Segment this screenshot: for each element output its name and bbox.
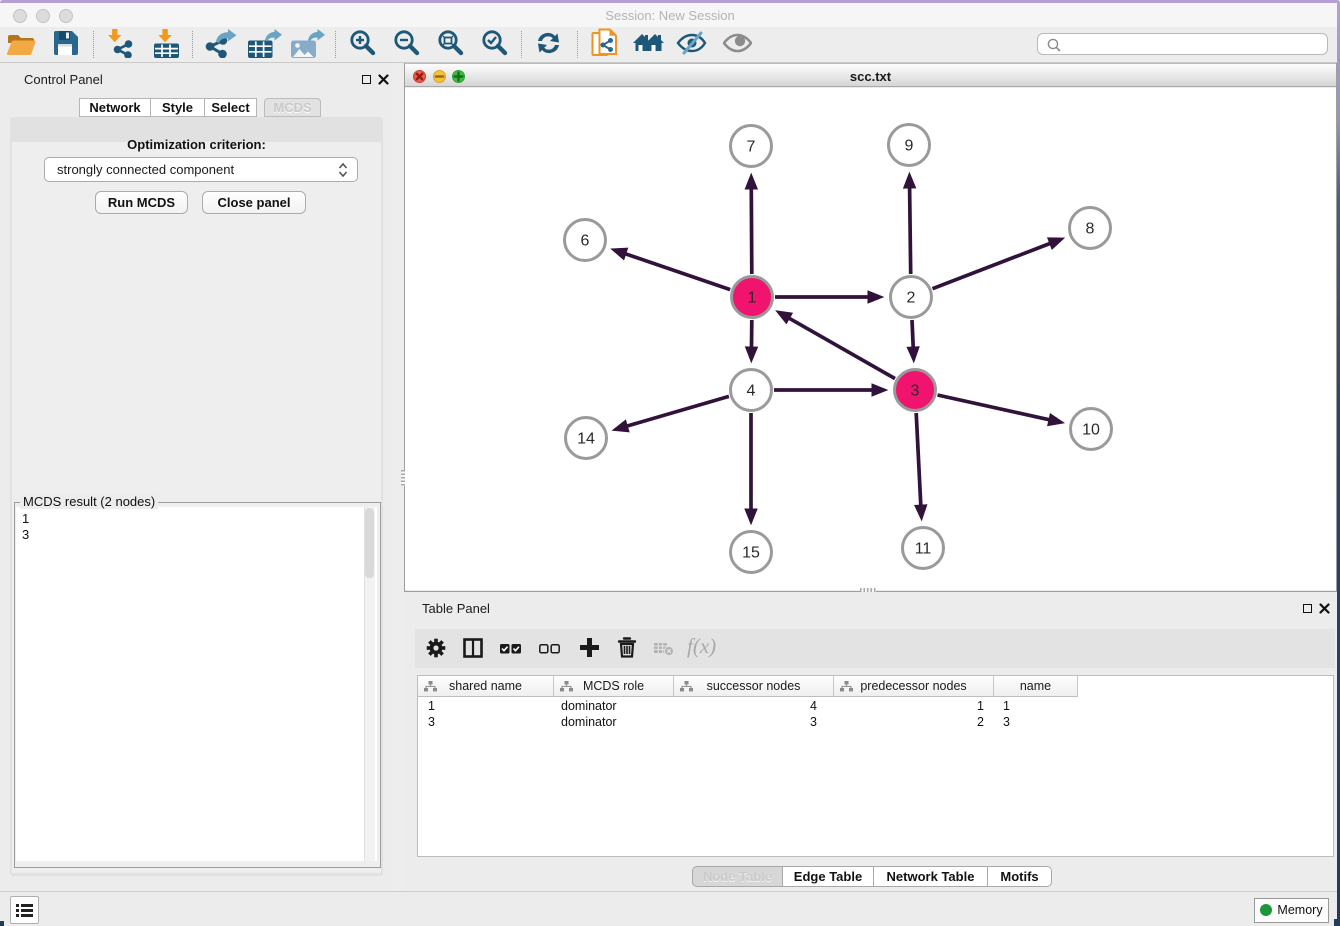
svg-text:6: 6: [581, 233, 590, 250]
svg-text:15: 15: [742, 545, 760, 562]
svg-text:8: 8: [1086, 221, 1095, 238]
svg-text:4: 4: [747, 383, 756, 400]
svg-text:14: 14: [577, 431, 595, 448]
svg-text:2: 2: [907, 290, 916, 307]
svg-text:11: 11: [915, 541, 932, 558]
svg-text:9: 9: [905, 138, 914, 155]
svg-text:1: 1: [748, 290, 757, 307]
svg-text:3: 3: [911, 383, 920, 400]
svg-text:7: 7: [747, 139, 756, 156]
svg-text:10: 10: [1082, 422, 1100, 439]
